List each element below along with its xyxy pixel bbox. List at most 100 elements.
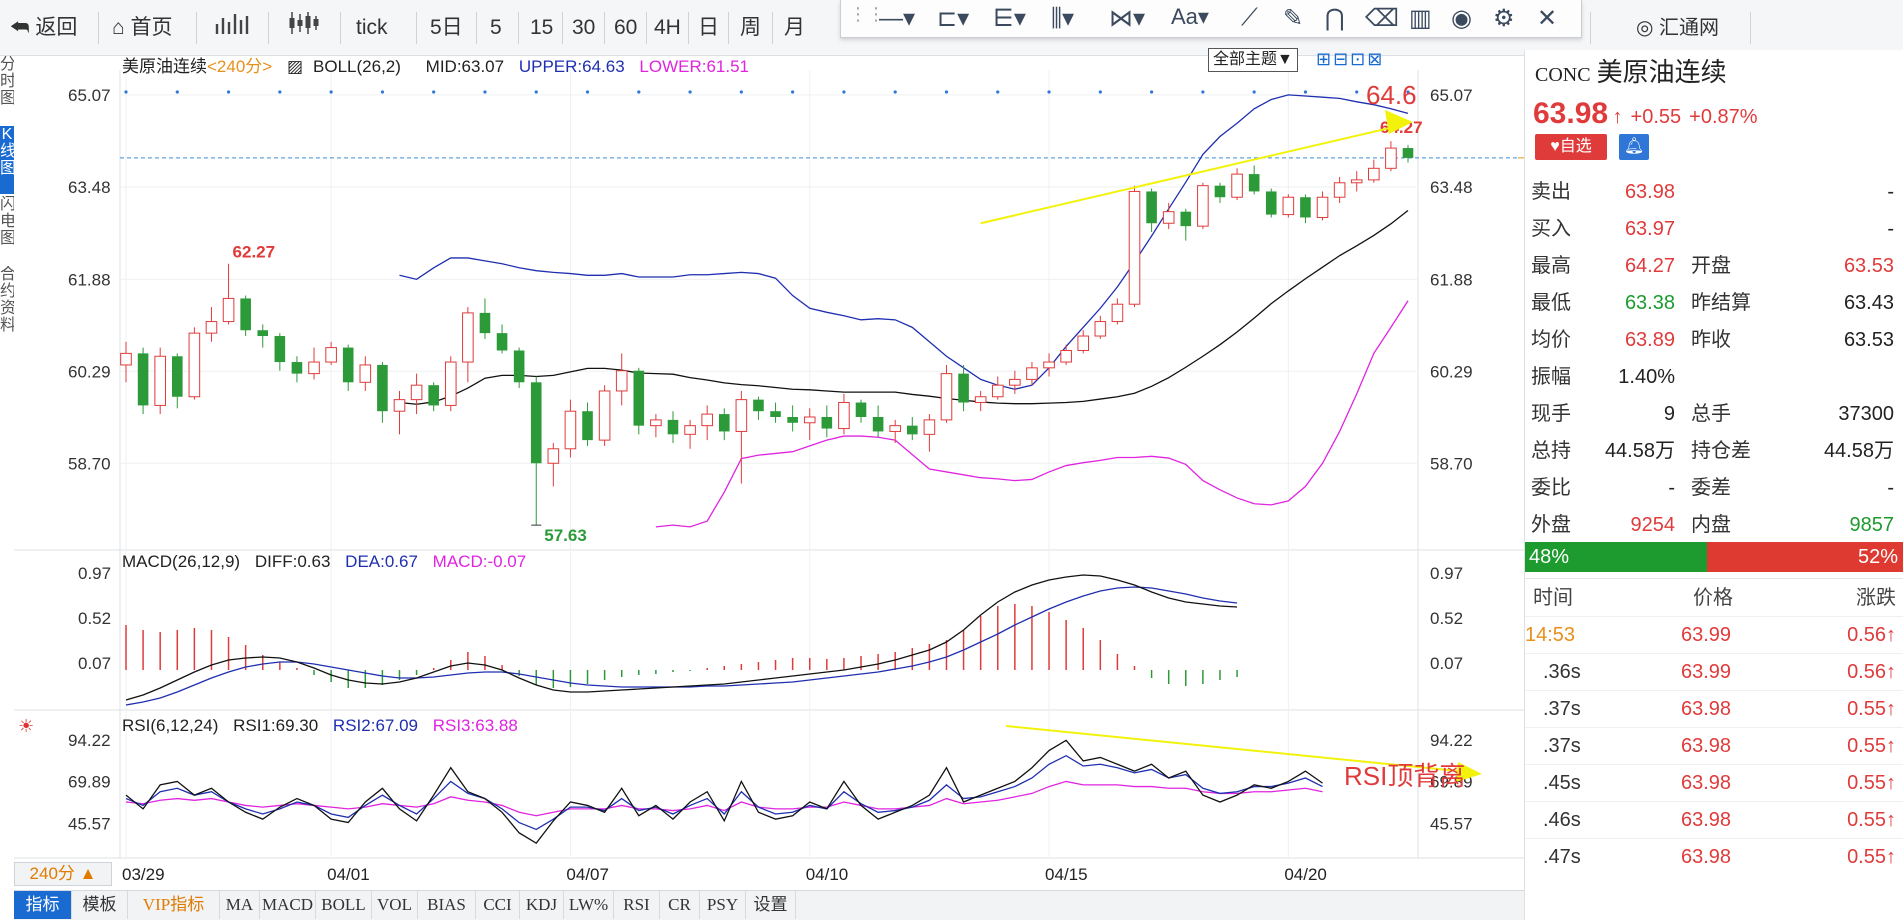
tab-vol[interactable]: VOL	[372, 891, 418, 919]
period-day[interactable]: 日	[692, 10, 725, 46]
rsi-tick-left: 69.89	[68, 773, 111, 792]
tab-rsi[interactable]: RSI	[614, 891, 660, 919]
quote-label: 振幅	[1531, 366, 1571, 388]
event-dot	[534, 90, 538, 94]
tab-cr[interactable]: CR	[660, 891, 700, 919]
tab-psy[interactable]: PSY	[700, 891, 746, 919]
period-5min[interactable]: 5	[484, 10, 508, 46]
tab-contract-info[interactable]: 合约资料	[0, 266, 14, 366]
tab-bias[interactable]: BIAS	[418, 891, 476, 919]
pattern-tool-icon[interactable]: ⋈▾	[1109, 4, 1145, 33]
legend-mid: MID:63.07	[425, 57, 505, 76]
sun-icon[interactable]: ☀	[18, 716, 34, 737]
y-tick-right: 58.70	[1430, 454, 1473, 473]
inner-ratio: 52%	[1707, 542, 1903, 572]
gear-icon[interactable]: ⚙	[1493, 4, 1515, 33]
tab-kline[interactable]: K线图	[0, 126, 14, 194]
tab-timeshare[interactable]: 分时图	[0, 56, 14, 124]
macd-tick-left: 0.52	[78, 609, 111, 628]
period-month[interactable]: 月	[778, 10, 811, 46]
tab-kdj[interactable]: KDJ	[520, 891, 564, 919]
eraser-icon[interactable]: ⌫	[1365, 4, 1399, 33]
tab-lw[interactable]: LW%	[564, 891, 614, 919]
tab-boll[interactable]: BOLL	[316, 891, 372, 919]
back-button[interactable]: ⮪ 返回	[4, 10, 83, 46]
rsi1-line	[125, 739, 1323, 844]
period-4h[interactable]: 4H	[648, 10, 687, 46]
add-watchlist-button[interactable]: ♥自选	[1535, 134, 1607, 160]
heart-icon: ♥	[1550, 138, 1560, 155]
candle-body	[1231, 173, 1243, 198]
bar-chart-button[interactable]	[208, 10, 258, 46]
candle-body	[325, 347, 337, 363]
indicator-tabs: 指标 模板 VIP指标 MA MACD BOLL VOL BIAS CCI KD…	[14, 890, 1524, 920]
buy-sell-ratio-bar: 48% 52%	[1525, 542, 1903, 572]
tab-vip[interactable]: VIP指标	[128, 891, 220, 919]
period-week[interactable]: 周	[734, 10, 767, 46]
candle-body	[1111, 303, 1124, 323]
candle-body	[547, 448, 560, 464]
chart-control-icons[interactable]: ⊞⊟⊡⊠	[1316, 49, 1384, 70]
drawing-toolbar: ⋮⋮ —▾ ⊏▾ ⋿▾ ⫼▾ ⋈▾ Aa▾ ⟋ ✎ ⋂ ⌫ ▥ ◉ ⚙ ✕	[840, 0, 1582, 38]
tick-row: .45s 63.98 0.55↑	[1525, 764, 1903, 801]
candle-body	[650, 419, 662, 427]
candle-body	[1026, 367, 1038, 380]
close-icon[interactable]: ✕	[1537, 4, 1557, 33]
brand-link[interactable]: ◎ 汇通网	[1630, 10, 1725, 46]
candle-body	[1282, 196, 1295, 216]
toolbar-divider	[1750, 12, 1751, 44]
tab-macd[interactable]: MACD	[260, 891, 316, 919]
period-selector[interactable]: 240分 ▲	[14, 862, 112, 886]
text-tool-icon[interactable]: Aa▾	[1171, 4, 1209, 30]
period-60min[interactable]: 60	[608, 10, 643, 46]
tab-ma[interactable]: MA	[220, 891, 260, 919]
candle-body	[615, 370, 628, 392]
tick-change: 0.55↑	[1847, 772, 1896, 794]
boll-mid-line	[399, 210, 1409, 405]
tab-indicator[interactable]: 指标	[14, 891, 72, 919]
tab-cci[interactable]: CCI	[476, 891, 520, 919]
theme-dropdown[interactable]: 全部主题▼	[1208, 48, 1298, 72]
tab-settings[interactable]: 设置	[746, 891, 796, 919]
quote-row: 外盘 9254 内盘 9857	[1525, 507, 1903, 544]
candle-body	[770, 411, 781, 417]
trash-icon[interactable]: ▥	[1409, 4, 1432, 33]
event-dot	[329, 90, 333, 94]
kline-chart[interactable]: 65.07 65.07 63.48 63.48 61.88 61.88 60.29 60.29…	[14, 50, 1524, 890]
alert-button[interactable]: 🔔︎	[1619, 134, 1649, 160]
channel-tool-icon[interactable]: ⫼▾	[1051, 4, 1074, 33]
event-dot	[1098, 90, 1102, 94]
tab-flash[interactable]: 闪电图	[0, 196, 14, 264]
x-tick-label: 04/10	[806, 865, 849, 884]
quote-label: 昨结算	[1691, 292, 1751, 314]
ruler-icon[interactable]: ⟋	[1241, 4, 1258, 32]
rsi-divergence-label: RSI顶背离	[1344, 761, 1466, 791]
candle-body	[240, 298, 251, 331]
eye-icon[interactable]: ◉	[1451, 4, 1472, 33]
pen-icon[interactable]: ✎	[1283, 4, 1303, 33]
quote-value: 63.89	[1624, 329, 1675, 351]
home-button[interactable]: ⌂ 首页	[106, 10, 179, 46]
quote-label: 买入	[1531, 218, 1571, 240]
tab-template[interactable]: 模板	[72, 891, 128, 919]
magnet-icon[interactable]: ⋂	[1325, 4, 1345, 33]
period-5day[interactable]: 5日	[424, 10, 469, 46]
tick-change: 0.55↑	[1847, 846, 1896, 868]
candle-body	[974, 396, 987, 404]
candle-chart-button[interactable]	[280, 10, 330, 46]
quote-value: 64.27	[1624, 255, 1675, 277]
period-15min[interactable]: 15	[524, 10, 559, 46]
candle-body	[171, 356, 183, 397]
fib-tool-icon[interactable]: ⋿▾	[993, 4, 1026, 33]
rect-tool-icon[interactable]: ⊏▾	[937, 4, 969, 33]
macd-dea-line	[125, 586, 1238, 706]
event-dot	[380, 90, 384, 94]
brand-logo-icon: ◎	[1636, 17, 1654, 39]
candle-body	[1094, 321, 1107, 337]
macd-tick-right: 0.07	[1430, 654, 1463, 673]
period-tick[interactable]: tick	[350, 10, 394, 46]
toolbar-divider	[646, 12, 647, 44]
period-30min[interactable]: 30	[566, 10, 601, 46]
line-tool-icon[interactable]: —▾	[879, 4, 915, 33]
tick-price: 63.99	[1681, 624, 1732, 646]
